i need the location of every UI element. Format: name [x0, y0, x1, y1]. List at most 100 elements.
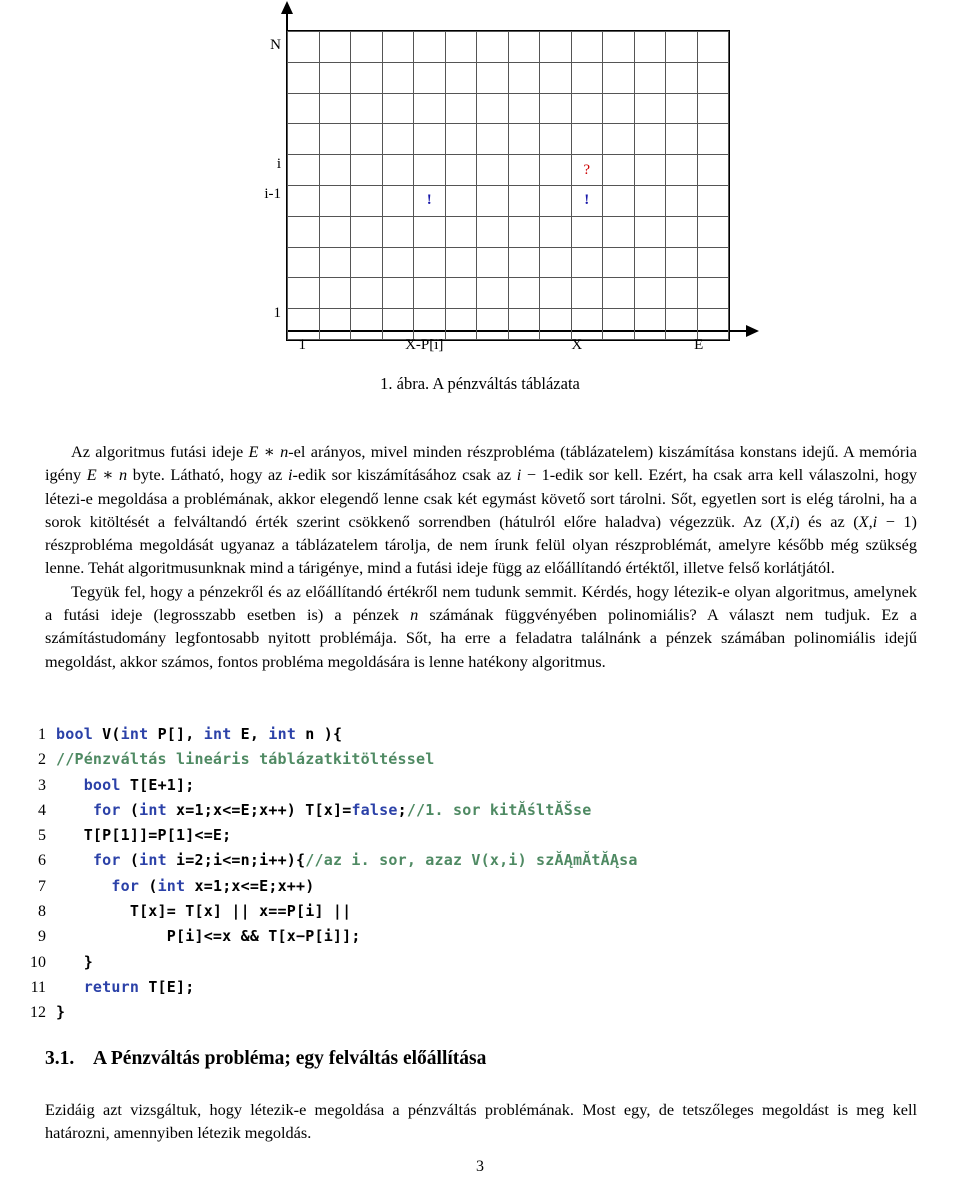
grid-cell — [318, 92, 351, 125]
y-axis-tick-label: i — [276, 156, 281, 173]
section-paragraph: Ezidáig azt vizsgáltuk, hogy létezik-e m… — [45, 1100, 917, 1143]
grid-cell — [633, 61, 666, 94]
grid-cell — [507, 154, 540, 186]
grid-cell — [570, 61, 603, 94]
code-keyword: for — [92, 800, 121, 819]
grid-cell — [476, 61, 509, 94]
code-keyword: int — [120, 725, 149, 743]
cell-marker-exclamation: ! — [584, 192, 590, 209]
code-line-number: 6 — [38, 852, 46, 870]
grid-cell — [602, 308, 635, 340]
text-run: -edik sor kiszámításához csak az — [292, 465, 517, 485]
grid-row — [287, 31, 729, 63]
code-keyword: int — [268, 725, 297, 743]
section-heading: 3.1. A Pénzváltás probléma; egy felváltás… — [45, 1048, 486, 1070]
grid-cell — [287, 184, 320, 217]
grid-cell — [350, 123, 383, 156]
grid-cell — [350, 92, 383, 125]
grid-row: ? — [287, 154, 729, 186]
code-comment: //az i. sor, azaz V(x,i) szĂĄmĂ­tĂĄsa — [305, 851, 638, 870]
grid-cell — [444, 184, 477, 217]
grid-cell — [413, 61, 446, 94]
grid-cell — [507, 61, 540, 94]
grid-cell — [318, 61, 351, 94]
code-line: 8 T[x]= T[x] || x==P[i] || — [6, 899, 956, 924]
grid-cell — [665, 184, 698, 217]
grid-cell — [570, 31, 603, 63]
text-run: ∗ — [258, 442, 281, 461]
grid-cell — [570, 308, 603, 340]
grid-cell — [444, 31, 477, 63]
grid-cell: ! — [570, 184, 603, 217]
grid-cell — [476, 31, 509, 63]
grid-cell — [602, 277, 635, 310]
grid-cell — [318, 277, 351, 310]
grid-cell — [696, 215, 729, 248]
grid-cell — [444, 154, 477, 186]
paragraph-2: Tegyük fel, hogy a pénzekről és az előál… — [45, 580, 917, 673]
grid-cell — [413, 215, 446, 248]
code-line-number: 12 — [30, 1004, 46, 1022]
grid-cell — [633, 92, 666, 125]
code-keyword: int — [139, 800, 167, 819]
code-text: ( — [120, 851, 140, 870]
grid-cell — [665, 154, 698, 186]
figure-caption: 1. ábra. A pénzváltás táblázata — [380, 374, 580, 393]
code-text: } — [56, 1003, 66, 1022]
grid-cell — [696, 154, 729, 186]
grid-row — [287, 277, 729, 310]
grid-cell — [413, 308, 446, 340]
code-text: i=2;i<=n;i++){ — [166, 851, 306, 870]
grid-cell — [287, 308, 320, 340]
grid-cell — [350, 246, 383, 279]
grid-cell — [318, 308, 351, 340]
grid-cell — [350, 215, 383, 248]
grid-cell — [350, 61, 383, 94]
grid-cell — [287, 215, 320, 248]
grid-cell — [444, 123, 477, 156]
code-line-number: 1 — [38, 726, 46, 743]
grid-cell — [287, 277, 320, 310]
grid-cell — [413, 123, 446, 156]
grid-cell — [287, 154, 320, 186]
grid-cell — [318, 31, 351, 63]
code-line: 1 bool V(int P[], int E, int n ){ — [6, 722, 956, 747]
code-text: P[], — [148, 725, 204, 743]
code-line-number: 4 — [38, 801, 46, 819]
text-run: Az algoritmus futási ideje — [71, 442, 249, 461]
grid-cell — [539, 308, 572, 340]
grid-cell — [287, 92, 320, 125]
grid-cell — [696, 61, 729, 94]
code-keyword: for — [111, 876, 140, 895]
grid-cell — [539, 123, 572, 156]
section-intro-text: Ezidáig azt vizsgáltuk, hogy létezik-e m… — [45, 1098, 917, 1145]
grid-cell — [507, 246, 540, 279]
grid-cell — [381, 31, 414, 63]
code-line-source: //Pénzváltás lineáris táblázatkitöltésse… — [56, 747, 434, 771]
text-run: byte. Látható, hogy az — [127, 465, 289, 485]
code-text: T[E+1]; — [120, 775, 195, 794]
grid-cell — [476, 246, 509, 279]
code-line-source: T[x]= T[x] || x==P[i] || — [56, 899, 351, 923]
grid-cell — [444, 308, 477, 340]
code-line-source: for (int x=1;x<=E;x++) T[x]=false;//1. s… — [56, 798, 591, 822]
grid-cell — [476, 277, 509, 310]
code-line-source: T[P[1]]=P[1]<=E; — [56, 823, 232, 847]
x-axis-arrow-icon — [746, 325, 759, 337]
grid-cell — [602, 31, 635, 63]
grid-cell — [350, 277, 383, 310]
code-line: 7 for (int x=1;x<=E;x++) — [6, 874, 956, 899]
grid-cell — [318, 246, 351, 279]
grid-row — [287, 215, 729, 248]
grid-cell — [381, 308, 414, 340]
grid-cell — [507, 31, 540, 63]
grid-cell — [570, 277, 603, 310]
grid-cell — [539, 184, 572, 217]
math-variable: X — [858, 511, 869, 531]
code-line-number: 7 — [38, 877, 46, 895]
grid-cell — [633, 31, 666, 63]
grid-row: !! — [287, 184, 729, 217]
grid-cell — [539, 61, 572, 94]
grid-cell — [539, 154, 572, 186]
